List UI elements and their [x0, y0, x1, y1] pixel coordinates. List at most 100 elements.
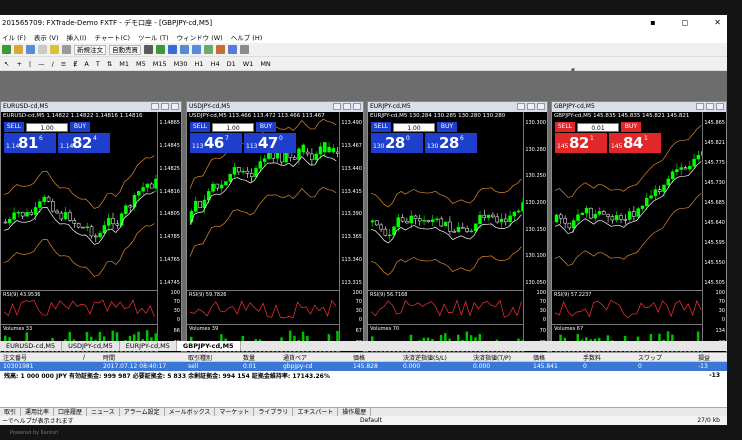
- pane-separator[interactable]: [187, 290, 339, 291]
- chart-plot[interactable]: RSI(9) 59.7826 Volumes 39 USDJPY-cd,M5 113…: [187, 112, 363, 356]
- market-watch-icon[interactable]: [26, 45, 35, 54]
- pane-separator[interactable]: [368, 290, 523, 291]
- label-icon[interactable]: T: [94, 60, 102, 68]
- column-header[interactable]: 価格: [530, 353, 580, 362]
- timeframe-mn[interactable]: MN: [258, 60, 272, 68]
- column-header[interactable]: 決済逆指値(S/L): [400, 353, 470, 362]
- sell-price-box[interactable]: 145 82 1: [555, 133, 607, 153]
- menu-tools[interactable]: ツール (T): [138, 32, 169, 42]
- menu-window[interactable]: ウィンドウ (W): [177, 32, 223, 42]
- buy-button[interactable]: BUY: [256, 122, 276, 132]
- chart-plot[interactable]: RSI(9) 56.7168 Volumes 70 EURJPY-cd,M5 130…: [368, 112, 547, 356]
- zoom-out-icon[interactable]: [192, 45, 201, 54]
- sell-price-box[interactable]: 1.14 81 6: [4, 133, 56, 153]
- tile-windows-icon[interactable]: [204, 45, 213, 54]
- minimize-icon[interactable]: [151, 103, 159, 110]
- vertical-line-icon[interactable]: |: [27, 60, 33, 68]
- buy-button[interactable]: BUY: [70, 122, 90, 132]
- column-header[interactable]: 手数料: [580, 353, 635, 362]
- sell-button[interactable]: SELL: [190, 122, 210, 132]
- restore-icon[interactable]: [527, 103, 535, 110]
- timeframe-w1[interactable]: W1: [241, 60, 256, 68]
- chart-tab-gbpjpy[interactable]: GBPJPY-cd,M5: [176, 341, 241, 351]
- buy-price-box[interactable]: 130 28 6: [425, 133, 477, 153]
- chart-tab-usdjpy[interactable]: USDJPY-cd,M5: [62, 341, 120, 351]
- buy-button[interactable]: BUY: [437, 122, 457, 132]
- bar-chart-icon[interactable]: [144, 45, 153, 54]
- indicators-icon[interactable]: [216, 45, 225, 54]
- timeframe-m15[interactable]: M15: [151, 60, 169, 68]
- column-header[interactable]: スワップ: [635, 353, 695, 362]
- timeframe-m1[interactable]: M1: [117, 60, 131, 68]
- pane-separator[interactable]: [187, 324, 339, 325]
- menu-file[interactable]: イル (F): [2, 32, 26, 42]
- text-icon[interactable]: A: [82, 60, 90, 68]
- column-header[interactable]: 損益: [695, 353, 715, 362]
- minimize-icon[interactable]: [696, 103, 704, 110]
- menu-insert[interactable]: 挿入(I): [66, 32, 86, 42]
- column-header[interactable]: 注文番号: [0, 353, 80, 362]
- data-window-icon[interactable]: [38, 45, 47, 54]
- close-icon[interactable]: [716, 103, 724, 110]
- lot-size-input[interactable]: 1.00: [26, 122, 68, 132]
- buy-price-box[interactable]: 113 47 0: [244, 133, 296, 153]
- new-chart-icon[interactable]: [2, 45, 11, 54]
- column-header[interactable]: 決済指値(T/P): [470, 353, 530, 362]
- arrows-icon[interactable]: ⇅: [105, 60, 114, 68]
- buy-price-box[interactable]: 145 84 1: [609, 133, 661, 153]
- pane-separator[interactable]: [1, 324, 157, 325]
- chart-window[interactable]: EURUSD-cd,M5 RSI(9) 43.9536 Volumes 33 EURU…: [0, 101, 182, 357]
- buy-button[interactable]: BUY: [621, 122, 641, 132]
- sell-button[interactable]: SELL: [4, 122, 24, 132]
- pane-separator[interactable]: [1, 290, 157, 291]
- cursor-icon[interactable]: ↖: [2, 60, 11, 68]
- sell-button[interactable]: SELL: [371, 122, 391, 132]
- chart-plot[interactable]: RSI(9) 57.2237 Volumes 67 GBPJPY-cd,M5 145…: [552, 112, 726, 356]
- price-axis[interactable]: 113.490 113.467 113.440 113.415 113.390 113.3…: [339, 112, 363, 356]
- fibonacci-icon[interactable]: Ɇ: [71, 60, 79, 68]
- templates-icon[interactable]: [240, 45, 249, 54]
- sell-price-box[interactable]: 130 28 0: [371, 133, 423, 153]
- sell-price-box[interactable]: 113 46 7: [190, 133, 242, 153]
- pane-separator[interactable]: [368, 324, 523, 325]
- chart-window[interactable]: USDJPY-cd,M5 RSI(9) 59.7826 Volumes 39 USDJ…: [186, 101, 364, 357]
- menu-view[interactable]: 表示 (V): [34, 32, 59, 42]
- column-header[interactable]: /: [80, 354, 100, 361]
- column-header[interactable]: 数量: [240, 353, 280, 362]
- channel-icon[interactable]: ≡: [59, 60, 68, 68]
- crosshair-icon[interactable]: +: [14, 60, 23, 68]
- price-axis[interactable]: 145.865 145.821 145.775 145.730 145.685 145.6…: [702, 112, 726, 356]
- sell-button[interactable]: SELL: [555, 122, 575, 132]
- terminal-icon[interactable]: [62, 45, 71, 54]
- open-folder-icon[interactable]: [14, 45, 23, 54]
- candlestick-icon[interactable]: [156, 45, 165, 54]
- new-order-button[interactable]: 新規注文: [74, 44, 106, 55]
- restore-icon[interactable]: [706, 103, 714, 110]
- close-icon[interactable]: [171, 103, 179, 110]
- price-axis[interactable]: 130.300 130.280 130.250 130.200 130.150 130.1…: [523, 112, 547, 356]
- restore-icon[interactable]: [161, 103, 169, 110]
- timeframe-m5[interactable]: M5: [134, 60, 148, 68]
- pane-separator[interactable]: [552, 290, 702, 291]
- lot-size-input[interactable]: 1.00: [212, 122, 254, 132]
- menu-chart[interactable]: チャート(C): [94, 32, 130, 42]
- column-header[interactable]: 通貨ペア: [280, 353, 350, 362]
- column-header[interactable]: 価格: [350, 353, 400, 362]
- trendline-icon[interactable]: /: [50, 60, 56, 68]
- restore-icon[interactable]: [343, 103, 351, 110]
- column-header[interactable]: 時間: [100, 353, 185, 362]
- table-row[interactable]: 10301981 2017.07.12 08:40:17 sell 0.01 gbpjp…: [0, 362, 727, 371]
- maximize-button[interactable]: ◻: [682, 18, 689, 27]
- menu-help[interactable]: ヘルプ (H): [231, 32, 263, 42]
- lot-size-input[interactable]: 1.00: [393, 122, 435, 132]
- timeframe-h4[interactable]: H4: [209, 60, 222, 68]
- minimize-button[interactable]: ▪: [650, 18, 655, 27]
- chart-tab-eurjpy[interactable]: EURJPY-cd,M5: [120, 341, 177, 351]
- timeframe-m30[interactable]: M30: [172, 60, 190, 68]
- minimize-icon[interactable]: [333, 103, 341, 110]
- periods-icon[interactable]: [228, 45, 237, 54]
- close-button[interactable]: ✕: [714, 18, 721, 27]
- lot-size-input[interactable]: 0.01: [577, 122, 619, 132]
- price-axis[interactable]: 1.14865 1.14845 1.14825 1.14816 1.14805 1.147…: [157, 112, 181, 356]
- close-icon[interactable]: [537, 103, 545, 110]
